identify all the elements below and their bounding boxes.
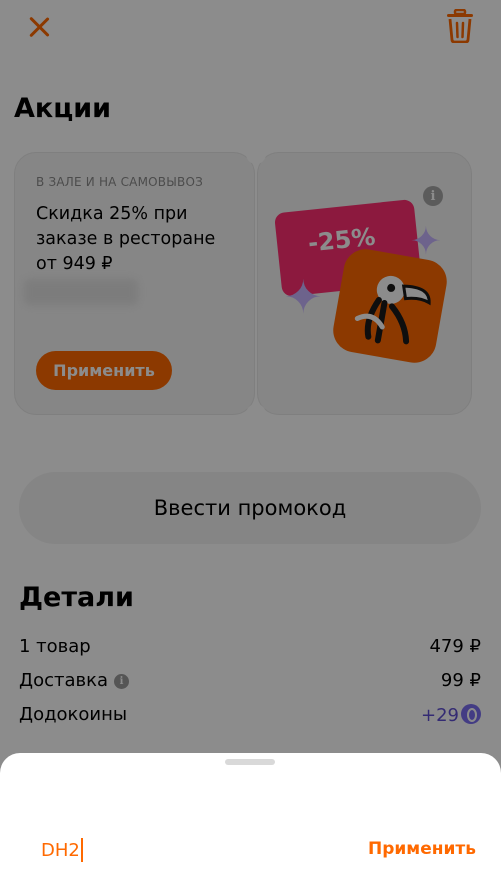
promocode-input-value: DH2 (41, 839, 80, 861)
promocode-apply-button[interactable]: Применить (368, 839, 476, 859)
sheet-drag-handle[interactable] (225, 759, 275, 765)
promocode-input[interactable]: DH2 (41, 836, 83, 864)
promocode-bottom-sheet: DH2 Применить (0, 753, 501, 888)
text-caret (80, 838, 83, 862)
